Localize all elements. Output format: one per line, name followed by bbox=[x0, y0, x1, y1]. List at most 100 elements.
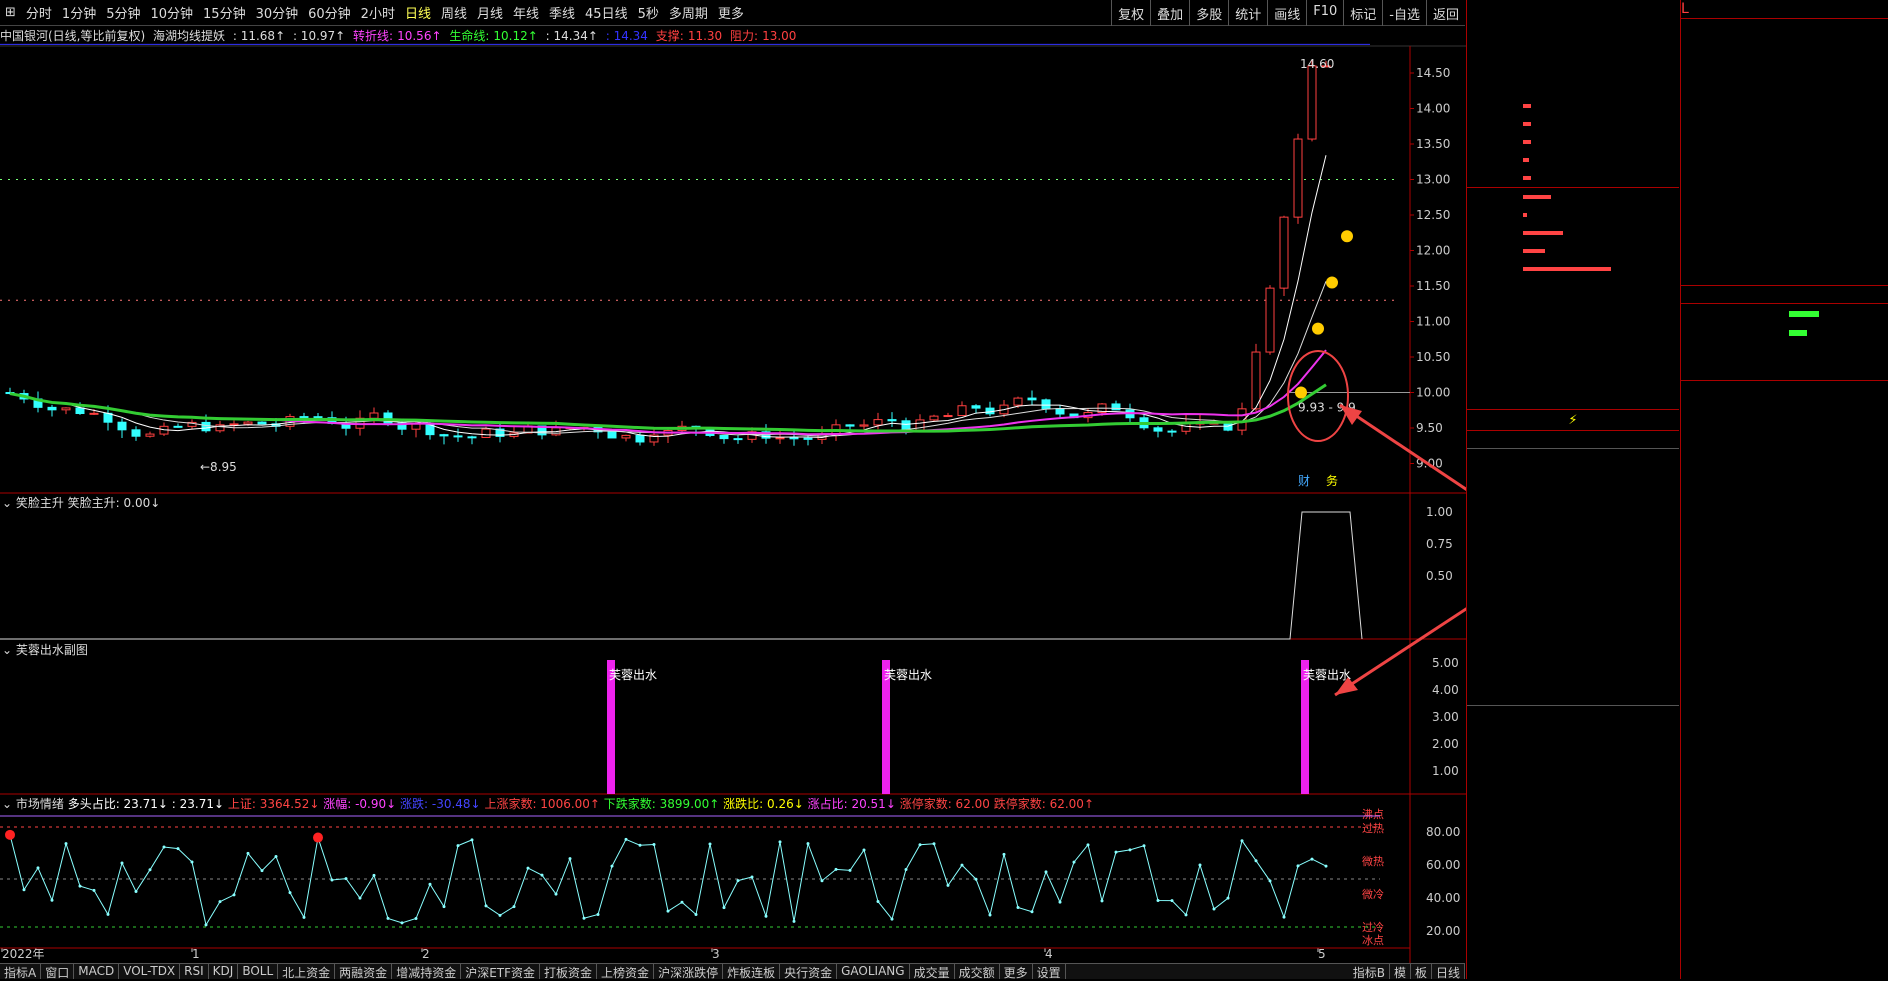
bottom-right-3[interactable]: 日线 bbox=[1432, 964, 1465, 980]
indicator-tab-18[interactable]: 成交额 bbox=[955, 964, 1000, 980]
sentiment-point bbox=[722, 906, 726, 910]
sentiment-point bbox=[582, 916, 586, 920]
panel4-tick: 60.00 bbox=[1426, 858, 1460, 872]
indicator-tab-10[interactable]: 沪深ETF资金 bbox=[461, 964, 541, 980]
tool-7[interactable]: -自选 bbox=[1382, 0, 1426, 26]
indicator-tab-3[interactable]: VOL-TDX bbox=[119, 964, 181, 979]
zone-label: 沸点 bbox=[1362, 808, 1384, 821]
sentiment-point bbox=[1156, 899, 1160, 903]
panel4-tick: 20.00 bbox=[1426, 924, 1460, 938]
period-4[interactable]: 15分钟 bbox=[198, 3, 251, 22]
sentiment-point bbox=[1296, 864, 1300, 868]
tool-5[interactable]: F10 bbox=[1306, 0, 1343, 26]
panel3-tick: 5.00 bbox=[1432, 656, 1459, 670]
indicator-tab-11[interactable]: 打板资金 bbox=[540, 964, 598, 980]
indicator-tab-16[interactable]: GAOLIANG bbox=[837, 964, 910, 979]
smiley-icon bbox=[1312, 322, 1324, 335]
period-9[interactable]: 周线 bbox=[436, 3, 472, 22]
candle bbox=[145, 431, 155, 438]
volume-bar bbox=[1523, 267, 1611, 271]
indicator-tab-19[interactable]: 更多 bbox=[1000, 964, 1033, 980]
panel2-line bbox=[0, 511, 1363, 640]
tool-2[interactable]: 多股 bbox=[1189, 0, 1228, 26]
period-0[interactable]: 分时 bbox=[21, 3, 57, 22]
panel2-tick: 0.75 bbox=[1426, 537, 1453, 551]
tool-1[interactable]: 叠加 bbox=[1150, 0, 1189, 26]
finance-mark-2: 务 bbox=[1326, 473, 1338, 488]
signal-bar: 芙蓉出水 bbox=[882, 660, 932, 794]
period-12[interactable]: 季线 bbox=[544, 3, 580, 22]
indicator-tab-6[interactable]: BOLL bbox=[238, 964, 279, 979]
indicator-tab-9[interactable]: 增减持资金 bbox=[392, 964, 462, 980]
chart-area[interactable]: 14.5014.0013.5013.0012.5012.0011.5011.00… bbox=[0, 27, 1466, 963]
period-toolbar: ⊞ 分时 1分钟 5分钟 10分钟 15分钟 30分钟 60分钟 2小时 日线 周线 月线 年线 季线 45… bbox=[0, 0, 1465, 26]
indicator-tab-14[interactable]: 炸板连板 bbox=[723, 964, 781, 980]
order-asks-row bbox=[1467, 133, 1679, 151]
tick-row bbox=[1681, 543, 1888, 561]
indicator-tab-15[interactable]: 央行资金 bbox=[780, 964, 838, 980]
sentiment-point bbox=[162, 845, 166, 849]
tool-6[interactable]: 标记 bbox=[1343, 0, 1382, 26]
period-2[interactable]: 5分钟 bbox=[101, 3, 145, 22]
signal-label: 芙蓉出水 bbox=[609, 668, 657, 682]
sentiment-point bbox=[344, 877, 348, 881]
quote-row bbox=[1681, 57, 1888, 76]
candle bbox=[957, 401, 967, 417]
indicator-tab-1[interactable]: 窗口 bbox=[41, 964, 75, 980]
tool-8[interactable]: 返回 bbox=[1425, 0, 1465, 26]
ma-line-20 bbox=[9, 349, 1327, 436]
indicator-tab-0[interactable]: 指标A bbox=[0, 964, 42, 980]
period-1[interactable]: 1分钟 bbox=[57, 3, 101, 22]
period-5[interactable]: 30分钟 bbox=[251, 3, 304, 22]
indicator-tab-13[interactable]: 沪深涨跌停 bbox=[654, 964, 724, 980]
candle bbox=[187, 419, 197, 430]
sentiment-point bbox=[1282, 915, 1286, 919]
indicator-tab-4[interactable]: RSI bbox=[180, 964, 209, 979]
period-11[interactable]: 年线 bbox=[508, 3, 544, 22]
indicator-tab-7[interactable]: 北上资金 bbox=[278, 964, 336, 980]
candle bbox=[1153, 425, 1163, 438]
period-14[interactable]: 5秒 bbox=[633, 3, 664, 22]
bottom-right-2[interactable]: 板 bbox=[1411, 964, 1432, 980]
sentiment-point bbox=[190, 860, 194, 864]
price-tick: 13.50 bbox=[1416, 137, 1450, 151]
tool-0[interactable]: 复权 bbox=[1111, 0, 1150, 26]
bottom-right-0[interactable]: 指标B bbox=[1349, 964, 1390, 980]
period-3[interactable]: 10分钟 bbox=[145, 3, 198, 22]
period-7[interactable]: 2小时 bbox=[356, 3, 400, 22]
panel3-title: ⌄ 芙蓉出水副图 bbox=[2, 643, 88, 657]
panel3-tick: 1.00 bbox=[1432, 764, 1459, 778]
period-13[interactable]: 45日线 bbox=[580, 3, 633, 22]
candle bbox=[1139, 413, 1149, 431]
tick-row bbox=[1681, 471, 1888, 489]
quote-header: L bbox=[1681, 0, 1888, 19]
indicator-tab-12[interactable]: 上榜资金 bbox=[597, 964, 655, 980]
period-10[interactable]: 月线 bbox=[472, 3, 508, 22]
menu-icon[interactable]: ⊞ bbox=[0, 5, 21, 20]
period-6[interactable]: 60分钟 bbox=[303, 3, 356, 22]
order-asks-row bbox=[1467, 151, 1679, 169]
sentiment-point bbox=[974, 877, 978, 881]
xaxis-label: 2 bbox=[422, 947, 430, 961]
bottom-right-1[interactable]: 模 bbox=[1390, 964, 1411, 980]
indicator-tab-2[interactable]: MACD bbox=[74, 964, 120, 979]
sentiment-point bbox=[1114, 850, 1118, 854]
tick-row bbox=[1681, 615, 1888, 633]
indicator-tab-8[interactable]: 两融资金 bbox=[335, 964, 393, 980]
candle bbox=[985, 401, 995, 417]
bolt-icon: ⚡ bbox=[1568, 412, 1578, 428]
period-16[interactable]: 更多 bbox=[713, 3, 749, 22]
period-15[interactable]: 多周期 bbox=[664, 3, 713, 22]
order-bids-row bbox=[1467, 206, 1679, 224]
indicator-tab-20[interactable]: 设置 bbox=[1033, 964, 1066, 980]
sentiment-point bbox=[78, 884, 82, 888]
indicator-tab-5[interactable]: KDJ bbox=[209, 964, 239, 979]
period-8[interactable]: 日线 bbox=[400, 3, 436, 22]
tick-row bbox=[1681, 885, 1888, 903]
sentiment-point bbox=[148, 868, 152, 872]
indicator-tab-17[interactable]: 成交量 bbox=[910, 964, 955, 980]
tool-3[interactable]: 统计 bbox=[1228, 0, 1267, 26]
tool-4[interactable]: 画线 bbox=[1267, 0, 1306, 26]
sell1-row bbox=[1467, 431, 1679, 449]
panel4-header: ⌄ 市场情绪 多头占比: 23.71↓ : 23.71↓ 上证: 3364.52… bbox=[2, 796, 1094, 811]
